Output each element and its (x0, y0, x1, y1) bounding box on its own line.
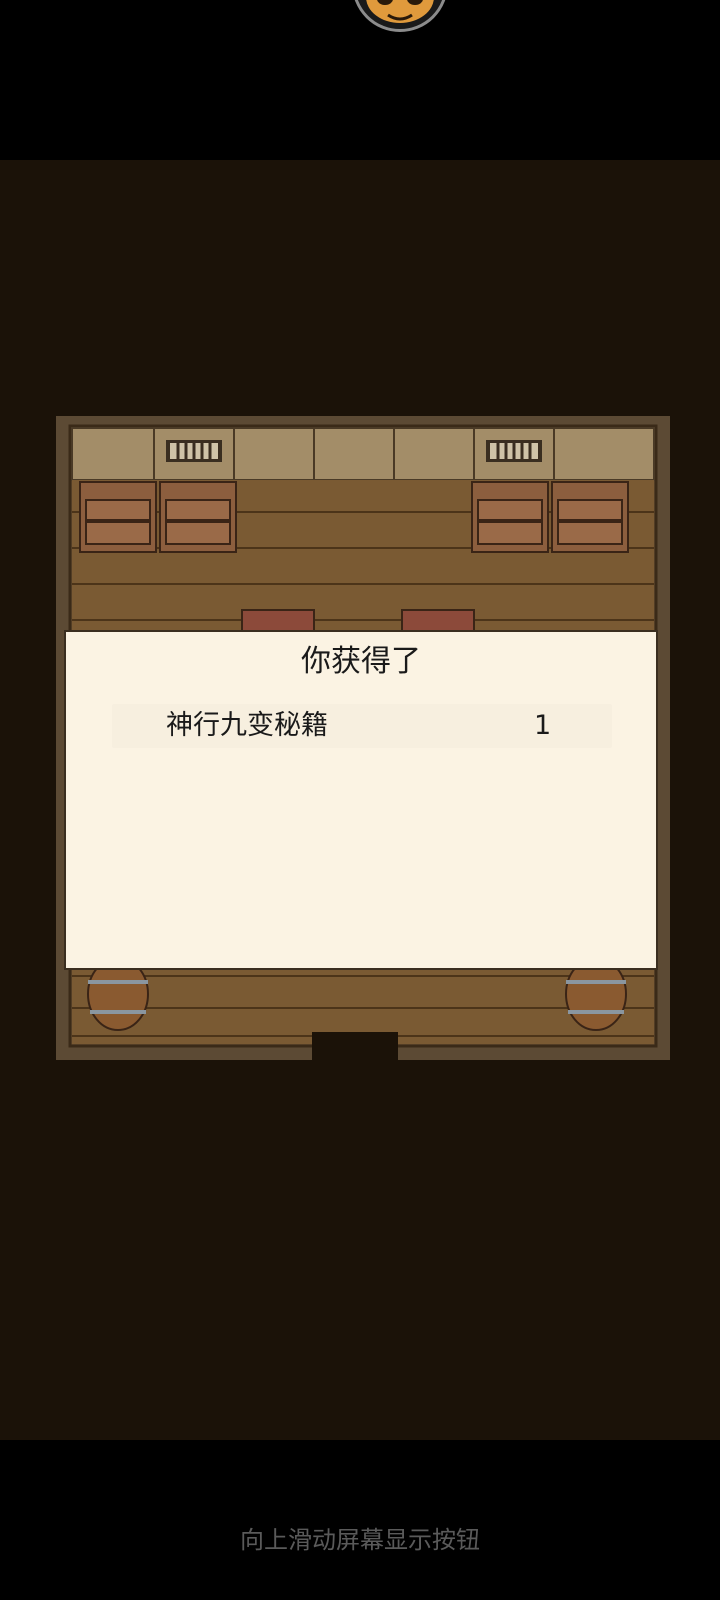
reward-dialog[interactable]: 你获得了 神行九变秘籍 1 (64, 630, 658, 970)
nightstand[interactable] (159, 481, 237, 553)
bed[interactable] (401, 609, 475, 633)
bottom-navigation-area: 向上滑动屏幕显示按钮 (0, 1440, 720, 1600)
vent-left (166, 440, 222, 462)
dialog-title: 你获得了 (301, 644, 421, 679)
bed[interactable] (241, 609, 315, 633)
nightstand[interactable] (471, 481, 549, 553)
frog-avatar-icon[interactable] (352, 0, 448, 32)
game-screen: 你获得了 神行九变秘籍 1 向上滑动屏幕显示按钮 (0, 0, 720, 1600)
swipe-hint[interactable]: 向上滑动屏幕显示按钮 (0, 1524, 720, 1556)
vent-right (486, 440, 542, 462)
reward-item-count: 1 (534, 710, 552, 741)
top-status-area (0, 0, 720, 160)
reward-item-name: 神行九变秘籍 (166, 710, 328, 741)
nightstand[interactable] (551, 481, 629, 553)
room-doorway[interactable] (312, 1032, 398, 1060)
nightstand[interactable] (79, 481, 157, 553)
reward-item-row[interactable]: 神行九变秘籍 1 (112, 704, 612, 748)
back-wall (71, 427, 655, 481)
